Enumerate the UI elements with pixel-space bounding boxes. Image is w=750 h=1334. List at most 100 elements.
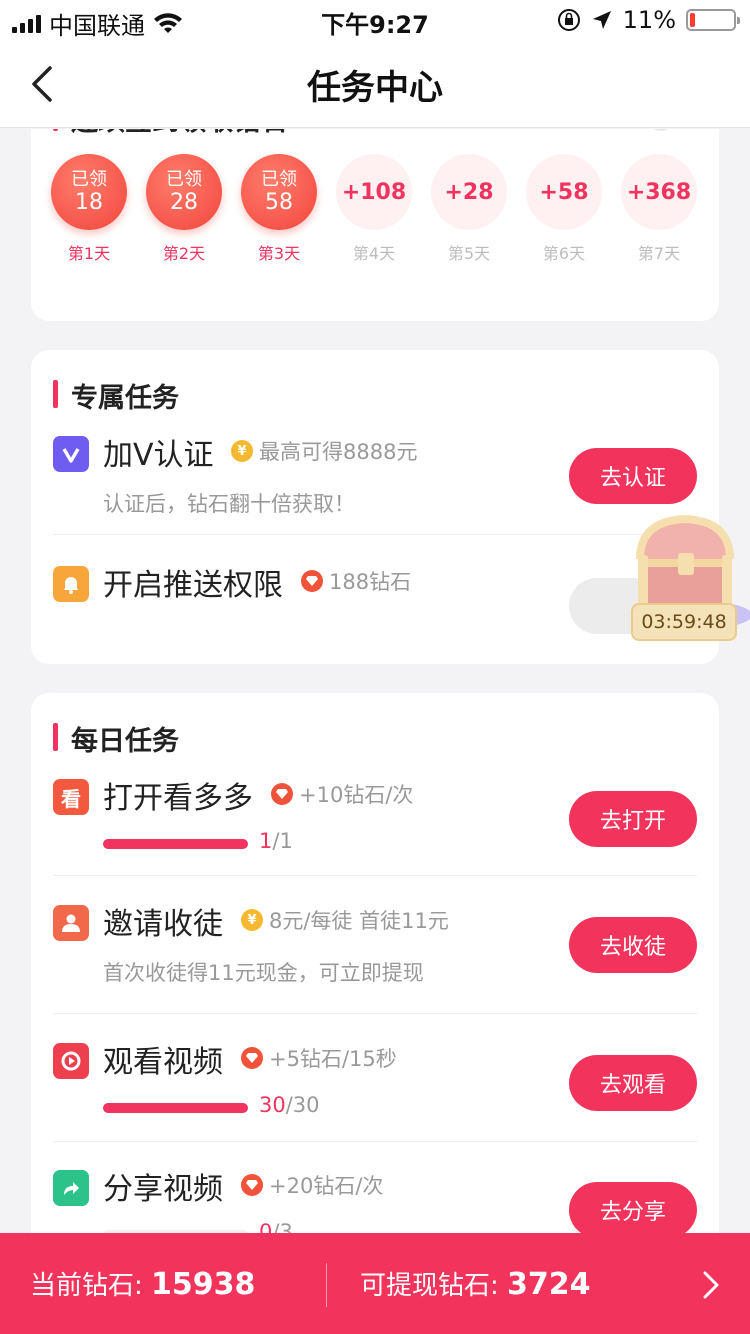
task-name: 观看视频 [103,1045,223,1080]
progress-total: /30 [285,1093,320,1117]
user-icon [53,905,89,941]
rotation-lock-icon [557,9,580,31]
task-reward: +20钻石/次 [241,1170,383,1200]
claimed-amount: 58 [265,190,293,215]
reward-text: +10钻石/次 [299,783,414,807]
help-icon[interactable]: ? [645,129,677,131]
task-row-push: 开启推送权限 188钻石 [53,566,697,646]
diamond-icon [301,570,323,592]
checkin-card: 连续签到领取钻石 ? 已领 18 第1天 已领 28 第2天 已领 5 [31,129,719,321]
task-name: 加V认证 [103,438,214,473]
app-icon-glyph: 看 [61,786,81,811]
open-button[interactable]: 去打开 [569,791,697,847]
task-reward: 188钻石 [301,566,411,596]
diamond-summary-bar[interactable]: 当前钻石: 15938 可提现钻石: 3724 [0,1233,750,1334]
daily-tasks-card: 每日任务 看 打开看多多 +10钻石/次 1/1 去打开 邀请收徒 ¥ 8元/每… [31,693,719,1233]
kandd-app-icon: 看 [53,779,89,815]
day-label: 第3天 [257,244,301,263]
task-row-invite: 邀请收徒 ¥ 8元/每徒 首徒11元 首次收徒得11元现金，可立即提现 去收徒 [53,905,697,995]
verified-v-icon [53,436,89,472]
yuan-coin-icon: ¥ [241,909,263,931]
current-label: 当前钻石: [30,1271,152,1301]
current-value: 15938 [151,1267,256,1302]
task-row-watch-video: 观看视频 +5钻石/15秒 30/30 去观看 [53,1043,697,1133]
divider [53,875,697,876]
checkin-day-3[interactable]: 已领 58 第3天 [241,154,317,264]
day-label: 第5天 [447,244,491,263]
checkin-day-6[interactable]: +58 第6天 [526,154,602,264]
status-bar: 中国联通 下午9:27 11% [0,0,750,40]
withdraw-value: 3724 [507,1267,591,1302]
task-name: 分享视频 [103,1172,223,1207]
checkin-days: 已领 18 第1天 已领 28 第2天 已领 58 第3天 +108 第4天 +… [51,154,697,264]
exclusive-tasks-card: 专属任务 加V认证 ¥ 最高可得8888元 认证后，钻石翻十倍获取！ 去认证 开… [31,350,719,664]
verify-button[interactable]: 去认证 [569,448,697,504]
checkin-day-7[interactable]: +368 第7天 [621,154,697,264]
checkin-day-1[interactable]: 已领 18 第1天 [51,154,127,264]
watch-button[interactable]: 去观看 [569,1055,697,1111]
reward-coin: +108 [336,154,412,230]
checkin-title: 连续签到领取钻石 [53,129,287,138]
nav-bar: 任务中心 [0,40,750,128]
progress-count: 1/1 [259,829,293,853]
reward-text: +20钻石/次 [269,1174,384,1198]
yuan-coin-icon: ¥ [231,440,253,462]
divider [53,1141,697,1142]
diamond-icon [271,783,293,805]
claimed-label: 已领 [261,169,297,190]
divider [326,1263,327,1307]
day-label: 第7天 [637,244,681,263]
checkin-day-5[interactable]: +28 第5天 [431,154,507,264]
task-desc: 认证后，钻石翻十倍获取！ [103,492,355,516]
share-button[interactable]: 去分享 [569,1182,697,1233]
share-arrow-icon [53,1170,89,1206]
day-label: 第2天 [162,244,206,263]
day-label: 第1天 [67,244,111,263]
checkin-day-2[interactable]: 已领 28 第2天 [146,154,222,264]
task-desc: 首次收徒得11元现金，可立即提现 [103,961,424,985]
withdrawable-diamonds: 可提现钻石: 3724 [360,1265,591,1302]
reward-text: 188钻石 [329,570,412,594]
task-name: 开启推送权限 [103,568,283,603]
task-reward: ¥ 最高可得8888元 [231,436,417,466]
claimed-coin: 已领 28 [146,154,222,230]
claimed-coin: 已领 18 [51,154,127,230]
claimed-label: 已领 [166,169,202,190]
task-scroll-area[interactable]: 连续签到领取钻石 ? 已领 18 第1天 已领 28 第2天 已领 5 [0,129,750,1233]
claimed-coin: 已领 58 [241,154,317,230]
day-label: 第4天 [352,244,396,263]
progress-total: /3 [272,1220,293,1233]
daily-title: 每日任务 [53,719,179,758]
progress-total: /1 [272,829,293,853]
invite-button[interactable]: 去收徒 [569,917,697,973]
exclusive-title: 专属任务 [53,376,179,415]
progress-done: 1 [259,829,273,853]
task-row-open-app: 看 打开看多多 +10钻石/次 1/1 去打开 [53,779,697,869]
progress-count: 30/30 [259,1093,320,1117]
current-diamonds: 当前钻石: 15938 [30,1265,255,1302]
progress-count: 0/3 [259,1220,293,1233]
task-reward: +5钻石/15秒 [241,1043,397,1073]
divider [53,534,697,535]
reward-coin: +368 [621,154,697,230]
reward-text: 8元/每徒 首徒11元 [269,909,449,933]
progress-bar [103,1103,248,1113]
video-play-icon [53,1043,89,1079]
claimed-label: 已领 [71,169,107,190]
task-name: 邀请收徒 [103,907,223,942]
claimed-amount: 28 [170,190,198,215]
reward-text: 最高可得8888元 [259,440,418,464]
task-name: 打开看多多 [103,781,253,816]
task-reward: ¥ 8元/每徒 首徒11元 [241,905,449,935]
task-reward: +10钻石/次 [271,779,413,809]
location-arrow-icon [592,11,611,29]
task-row-verify: 加V认证 ¥ 最高可得8888元 认证后，钻石翻十倍获取！ 去认证 [53,436,697,526]
diamond-icon [241,1174,263,1196]
progress-done: 0 [259,1220,273,1233]
checkin-day-4[interactable]: +108 第4天 [336,154,412,264]
chevron-right-icon[interactable] [700,1269,722,1301]
page-title: 任务中心 [307,68,443,108]
battery-icon [686,9,740,31]
diamond-icon [241,1047,263,1069]
bell-icon [53,566,89,602]
